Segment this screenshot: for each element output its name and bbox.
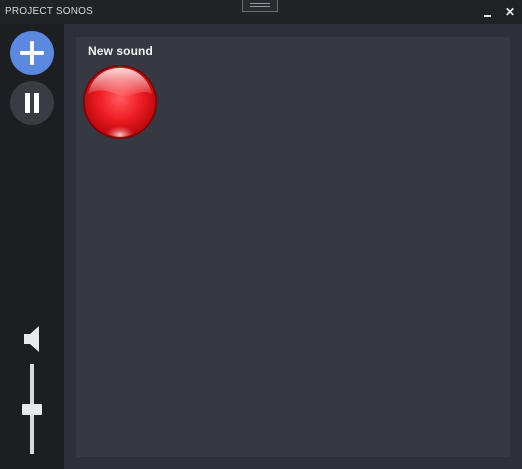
app-title: PROJECT SONOS	[5, 6, 93, 17]
drag-handle[interactable]	[242, 0, 278, 12]
minimize-icon	[484, 15, 491, 17]
sidebar	[0, 24, 64, 469]
close-button[interactable]: ✕	[503, 5, 517, 19]
close-icon: ✕	[504, 5, 516, 19]
main-panel: New sound	[64, 24, 522, 469]
minimize-button[interactable]	[481, 5, 495, 19]
add-sound-button[interactable]	[10, 31, 54, 75]
sound-orb[interactable]	[82, 64, 158, 140]
pause-button[interactable]	[10, 81, 54, 125]
volume-slider-thumb[interactable]	[22, 403, 42, 415]
sound-name: New sound	[88, 44, 153, 58]
pause-icon-bar	[34, 93, 39, 113]
title-bar[interactable]: PROJECT SONOS ✕	[0, 0, 522, 24]
speaker-icon[interactable]	[23, 325, 41, 353]
pause-icon	[25, 93, 30, 113]
